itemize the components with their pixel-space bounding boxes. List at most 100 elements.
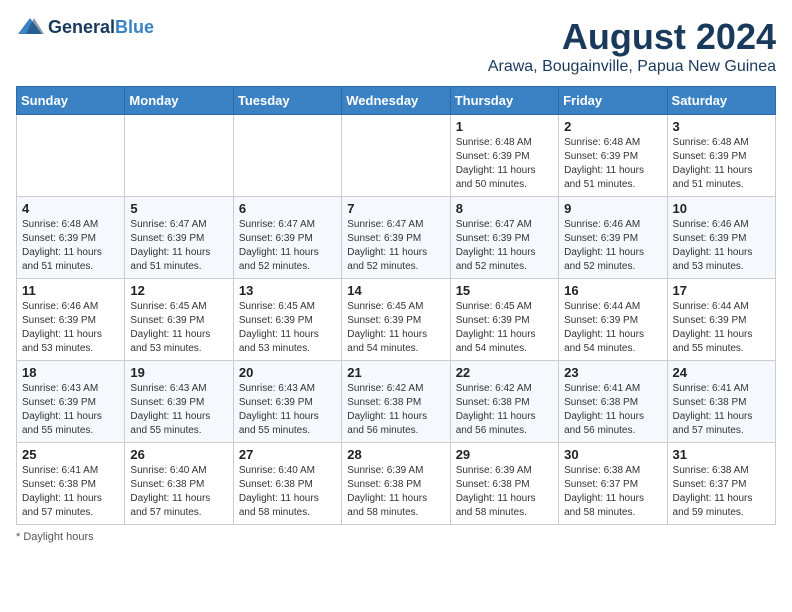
header: GeneralBlue August 2024 Arawa, Bougainvi…	[16, 16, 776, 76]
day-number: 27	[239, 447, 336, 462]
calendar-cell: 25 Sunrise: 6:41 AM Sunset: 6:38 PM Dayli…	[17, 443, 125, 525]
day-info: Sunrise: 6:47 AM Sunset: 6:39 PM Dayligh…	[130, 218, 227, 274]
calendar-cell: 18 Sunrise: 6:43 AM Sunset: 6:39 PM Dayli…	[17, 361, 125, 443]
day-number: 15	[456, 283, 553, 298]
day-info: Sunrise: 6:41 AM Sunset: 6:38 PM Dayligh…	[22, 464, 119, 520]
day-number: 10	[673, 201, 770, 216]
day-info: Sunrise: 6:43 AM Sunset: 6:39 PM Dayligh…	[130, 382, 227, 438]
day-info: Sunrise: 6:46 AM Sunset: 6:39 PM Dayligh…	[673, 218, 770, 274]
day-info: Sunrise: 6:45 AM Sunset: 6:39 PM Dayligh…	[130, 300, 227, 356]
calendar-cell: 24 Sunrise: 6:41 AM Sunset: 6:38 PM Dayli…	[667, 361, 775, 443]
day-info: Sunrise: 6:48 AM Sunset: 6:39 PM Dayligh…	[564, 136, 661, 192]
footer-note: * Daylight hours	[16, 531, 776, 543]
logo-general: General	[48, 17, 115, 37]
day-info: Sunrise: 6:43 AM Sunset: 6:39 PM Dayligh…	[22, 382, 119, 438]
calendar-cell: 17 Sunrise: 6:44 AM Sunset: 6:39 PM Dayli…	[667, 279, 775, 361]
calendar-cell: 29 Sunrise: 6:39 AM Sunset: 6:38 PM Dayli…	[450, 443, 558, 525]
calendar-cell: 9 Sunrise: 6:46 AM Sunset: 6:39 PM Daylig…	[559, 197, 667, 279]
day-number: 12	[130, 283, 227, 298]
calendar-cell: 6Sunrise: 6:47 AM Sunset: 6:39 PM Daylig…	[233, 197, 341, 279]
day-number: 4	[22, 201, 119, 216]
calendar-cell: 30Sunrise: 6:38 AM Sunset: 6:37 PM Dayli…	[559, 443, 667, 525]
calendar: SundayMondayTuesdayWednesdayThursdayFrid…	[16, 86, 776, 525]
location: Arawa, Bougainville, Papua New Guinea	[488, 58, 776, 76]
day-info: Sunrise: 6:44 AM Sunset: 6:39 PM Dayligh…	[673, 300, 770, 356]
weekday-header: Tuesday	[233, 87, 341, 115]
day-info: Sunrise: 6:48 AM Sunset: 6:39 PM Dayligh…	[673, 136, 770, 192]
day-number: 14	[347, 283, 444, 298]
weekday-header: Thursday	[450, 87, 558, 115]
day-number: 1	[456, 119, 553, 134]
day-number: 24	[673, 365, 770, 380]
day-number: 20	[239, 365, 336, 380]
day-info: Sunrise: 6:47 AM Sunset: 6:39 PM Dayligh…	[456, 218, 553, 274]
logo-icon	[16, 16, 44, 38]
calendar-cell: 27 Sunrise: 6:40 AM Sunset: 6:38 PM Dayli…	[233, 443, 341, 525]
day-number: 2	[564, 119, 661, 134]
calendar-cell: 12 Sunrise: 6:45 AM Sunset: 6:39 PM Dayli…	[125, 279, 233, 361]
day-info: Sunrise: 6:48 AM Sunset: 6:39 PM Dayligh…	[22, 218, 119, 274]
calendar-cell: 13 Sunrise: 6:45 AM Sunset: 6:39 PM Dayli…	[233, 279, 341, 361]
weekday-header: Friday	[559, 87, 667, 115]
calendar-cell	[342, 115, 450, 197]
day-number: 9	[564, 201, 661, 216]
day-info: Sunrise: 6:41 AM Sunset: 6:38 PM Dayligh…	[673, 382, 770, 438]
day-info: Sunrise: 6:45 AM Sunset: 6:39 PM Dayligh…	[456, 300, 553, 356]
calendar-cell: 4 Sunrise: 6:48 AM Sunset: 6:39 PM Daylig…	[17, 197, 125, 279]
day-info: Sunrise: 6:42 AM Sunset: 6:38 PM Dayligh…	[347, 382, 444, 438]
day-info: Sunrise: 6:39 AM Sunset: 6:38 PM Dayligh…	[347, 464, 444, 520]
day-number: 19	[130, 365, 227, 380]
calendar-header-row: SundayMondayTuesdayWednesdayThursdayFrid…	[17, 87, 776, 115]
weekday-header: Monday	[125, 87, 233, 115]
footer-note-text: Daylight hours	[23, 531, 93, 543]
day-info: Sunrise: 6:42 AM Sunset: 6:38 PM Dayligh…	[456, 382, 553, 438]
day-info: Sunrise: 6:46 AM Sunset: 6:39 PM Dayligh…	[564, 218, 661, 274]
weekday-header: Saturday	[667, 87, 775, 115]
calendar-cell	[17, 115, 125, 197]
day-info: Sunrise: 6:41 AM Sunset: 6:38 PM Dayligh…	[564, 382, 661, 438]
day-number: 7	[347, 201, 444, 216]
day-number: 28	[347, 447, 444, 462]
calendar-cell: 19 Sunrise: 6:43 AM Sunset: 6:39 PM Dayli…	[125, 361, 233, 443]
calendar-cell: 8 Sunrise: 6:47 AM Sunset: 6:39 PM Daylig…	[450, 197, 558, 279]
calendar-cell: 20Sunrise: 6:43 AM Sunset: 6:39 PM Dayli…	[233, 361, 341, 443]
day-info: Sunrise: 6:40 AM Sunset: 6:38 PM Dayligh…	[130, 464, 227, 520]
day-number: 29	[456, 447, 553, 462]
day-info: Sunrise: 6:40 AM Sunset: 6:38 PM Dayligh…	[239, 464, 336, 520]
calendar-cell: 1 Sunrise: 6:48 AM Sunset: 6:39 PM Daylig…	[450, 115, 558, 197]
calendar-cell: 3Sunrise: 6:48 AM Sunset: 6:39 PM Daylig…	[667, 115, 775, 197]
day-number: 17	[673, 283, 770, 298]
calendar-cell: 31 Sunrise: 6:38 AM Sunset: 6:37 PM Dayli…	[667, 443, 775, 525]
calendar-cell	[125, 115, 233, 197]
day-number: 26	[130, 447, 227, 462]
day-number: 21	[347, 365, 444, 380]
day-info: Sunrise: 6:46 AM Sunset: 6:39 PM Dayligh…	[22, 300, 119, 356]
month-year: August 2024	[488, 16, 776, 58]
weekday-header: Sunday	[17, 87, 125, 115]
day-info: Sunrise: 6:39 AM Sunset: 6:38 PM Dayligh…	[456, 464, 553, 520]
day-info: Sunrise: 6:48 AM Sunset: 6:39 PM Dayligh…	[456, 136, 553, 192]
day-number: 25	[22, 447, 119, 462]
calendar-cell: 16 Sunrise: 6:44 AM Sunset: 6:39 PM Dayli…	[559, 279, 667, 361]
day-number: 8	[456, 201, 553, 216]
calendar-cell: 23Sunrise: 6:41 AM Sunset: 6:38 PM Dayli…	[559, 361, 667, 443]
calendar-cell: 2 Sunrise: 6:48 AM Sunset: 6:39 PM Daylig…	[559, 115, 667, 197]
day-info: Sunrise: 6:38 AM Sunset: 6:37 PM Dayligh…	[564, 464, 661, 520]
weekday-header: Wednesday	[342, 87, 450, 115]
calendar-cell: 14 Sunrise: 6:45 AM Sunset: 6:39 PM Dayli…	[342, 279, 450, 361]
day-info: Sunrise: 6:38 AM Sunset: 6:37 PM Dayligh…	[673, 464, 770, 520]
calendar-week-row: 11Sunrise: 6:46 AM Sunset: 6:39 PM Dayli…	[17, 279, 776, 361]
day-info: Sunrise: 6:45 AM Sunset: 6:39 PM Dayligh…	[239, 300, 336, 356]
calendar-week-row: 1 Sunrise: 6:48 AM Sunset: 6:39 PM Daylig…	[17, 115, 776, 197]
calendar-week-row: 25 Sunrise: 6:41 AM Sunset: 6:38 PM Dayli…	[17, 443, 776, 525]
calendar-week-row: 4 Sunrise: 6:48 AM Sunset: 6:39 PM Daylig…	[17, 197, 776, 279]
day-number: 31	[673, 447, 770, 462]
day-number: 13	[239, 283, 336, 298]
day-info: Sunrise: 6:47 AM Sunset: 6:39 PM Dayligh…	[239, 218, 336, 274]
day-info: Sunrise: 6:45 AM Sunset: 6:39 PM Dayligh…	[347, 300, 444, 356]
day-info: Sunrise: 6:44 AM Sunset: 6:39 PM Dayligh…	[564, 300, 661, 356]
day-number: 16	[564, 283, 661, 298]
day-number: 18	[22, 365, 119, 380]
calendar-cell: 15 Sunrise: 6:45 AM Sunset: 6:39 PM Dayli…	[450, 279, 558, 361]
calendar-cell: 21 Sunrise: 6:42 AM Sunset: 6:38 PM Dayli…	[342, 361, 450, 443]
